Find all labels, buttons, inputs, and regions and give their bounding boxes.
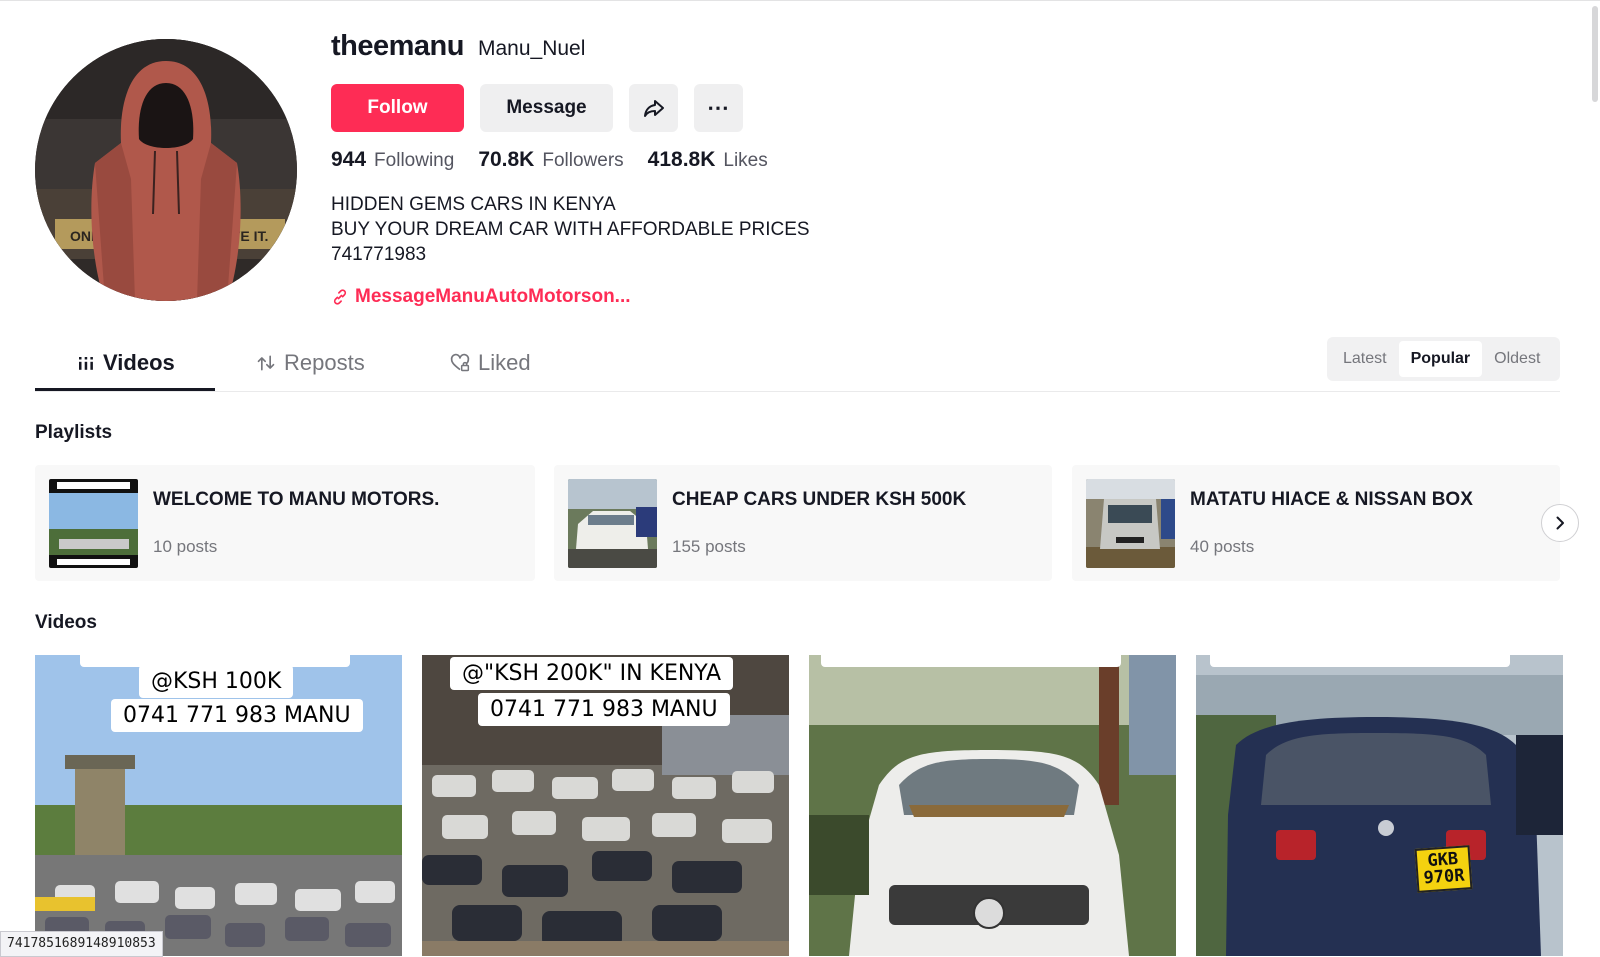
playlist-card[interactable]: MATATU HIACE & NISSAN BOX 40 posts	[1072, 465, 1560, 581]
likes-stat: 418.8K Likes	[648, 148, 768, 172]
playlists-heading: Playlists	[35, 422, 113, 443]
follow-button[interactable]: Follow	[331, 84, 464, 132]
video-card[interactable]: GKB 970R	[1196, 655, 1563, 956]
profile-actions: Follow Message ⋯	[331, 84, 743, 132]
playlist-title: CHEAP CARS UNDER KSH 500K	[672, 489, 967, 510]
video-caption-price: @KSH 100K	[139, 665, 294, 698]
tab-reposts[interactable]: Reposts	[256, 335, 365, 390]
grid-icon	[79, 356, 93, 370]
playlist-thumbnail	[568, 479, 657, 568]
profile-link-text: MessageManuAutoMotorson...	[355, 286, 631, 307]
playlist-title: MATATU HIACE & NISSAN BOX	[1190, 489, 1473, 510]
followers-label: Followers	[542, 150, 624, 171]
nickname: Manu_Nuel	[477, 37, 586, 60]
profile-bio: HIDDEN GEMS CARS IN KENYA BUY YOUR DREAM…	[331, 192, 810, 267]
likes-label: Likes	[723, 150, 768, 171]
video-caption-phone: 0741 771 983 MANU	[478, 693, 730, 726]
playlist-count: 10 posts	[153, 537, 218, 556]
chevron-right-icon	[1556, 516, 1564, 530]
avatar[interactable]: ONE VE IT.	[35, 39, 297, 301]
playlist-card[interactable]: CHEAP CARS UNDER KSH 500K 155 posts	[554, 465, 1052, 581]
caption-strip	[1210, 655, 1510, 667]
playlist-count: 40 posts	[1190, 537, 1255, 556]
playlist-thumbnail	[49, 479, 138, 568]
playlists-next-button[interactable]	[1541, 504, 1579, 542]
share-icon	[643, 100, 664, 117]
caption-strip	[821, 655, 1121, 667]
playlist-thumbnail	[1086, 479, 1175, 568]
likes-count: 418.8K	[647, 148, 716, 171]
sort-toggle: Latest Popular Oldest	[1327, 337, 1560, 381]
followers-count: 70.8K	[478, 148, 535, 171]
sort-oldest[interactable]: Oldest	[1482, 341, 1552, 377]
active-tab-indicator	[35, 388, 215, 391]
link-icon	[333, 289, 347, 305]
tab-videos-label: Videos	[103, 349, 175, 375]
bio-line: HIDDEN GEMS CARS IN KENYA	[331, 194, 616, 215]
video-caption-price: @"KSH 200K" IN KENYA	[450, 657, 734, 690]
playlist-count: 155 posts	[672, 537, 746, 556]
following-stat[interactable]: 944 Following	[331, 148, 454, 172]
video-caption-phone: 0741 771 983 MANU	[111, 699, 363, 732]
share-button[interactable]	[629, 84, 678, 132]
message-button[interactable]: Message	[480, 84, 613, 132]
license-plate: GKB 970R	[1414, 845, 1473, 893]
tab-liked[interactable]: Liked	[450, 335, 531, 390]
following-count: 944	[331, 148, 367, 171]
following-label: Following	[374, 150, 455, 171]
video-card[interactable]	[809, 655, 1176, 956]
videos-heading: Videos	[35, 612, 97, 633]
repost-icon	[257, 355, 275, 370]
playlist-title: WELCOME TO MANU MOTORS.	[153, 489, 440, 510]
video-card[interactable]: @"KSH 200K" IN KENYA 0741 771 983 MANU	[422, 655, 789, 956]
playlist-card[interactable]: WELCOME TO MANU MOTORS. 10 posts	[35, 465, 535, 581]
username: theemanu	[331, 30, 464, 62]
profile-link[interactable]: MessageManuAutoMotorson...	[331, 286, 631, 308]
sort-popular[interactable]: Popular	[1398, 341, 1483, 377]
tab-reposts-label: Reposts	[284, 349, 365, 375]
tab-videos[interactable]: Videos	[77, 335, 175, 390]
sort-latest[interactable]: Latest	[1331, 341, 1399, 377]
profile-stats: 944 Following 70.8K Followers 418.8K Lik…	[331, 148, 768, 172]
heart-lock-icon	[450, 353, 470, 371]
page-scrollbar[interactable]	[1592, 6, 1598, 102]
more-icon: ⋯	[707, 95, 730, 120]
name-row: theemanu Manu_Nuel	[331, 30, 585, 63]
followers-stat[interactable]: 70.8K Followers	[478, 148, 623, 172]
bio-line: BUY YOUR DREAM CAR WITH AFFORDABLE PRICE…	[331, 219, 810, 240]
more-options-button[interactable]: ⋯	[694, 84, 743, 132]
status-url-tooltip: 7417851689148910853	[0, 931, 163, 957]
top-border	[0, 0, 1600, 1]
video-card[interactable]: @KSH 100K 0741 771 983 MANU	[35, 655, 402, 956]
bio-line: 741771983	[331, 244, 427, 265]
tab-liked-label: Liked	[478, 349, 531, 375]
